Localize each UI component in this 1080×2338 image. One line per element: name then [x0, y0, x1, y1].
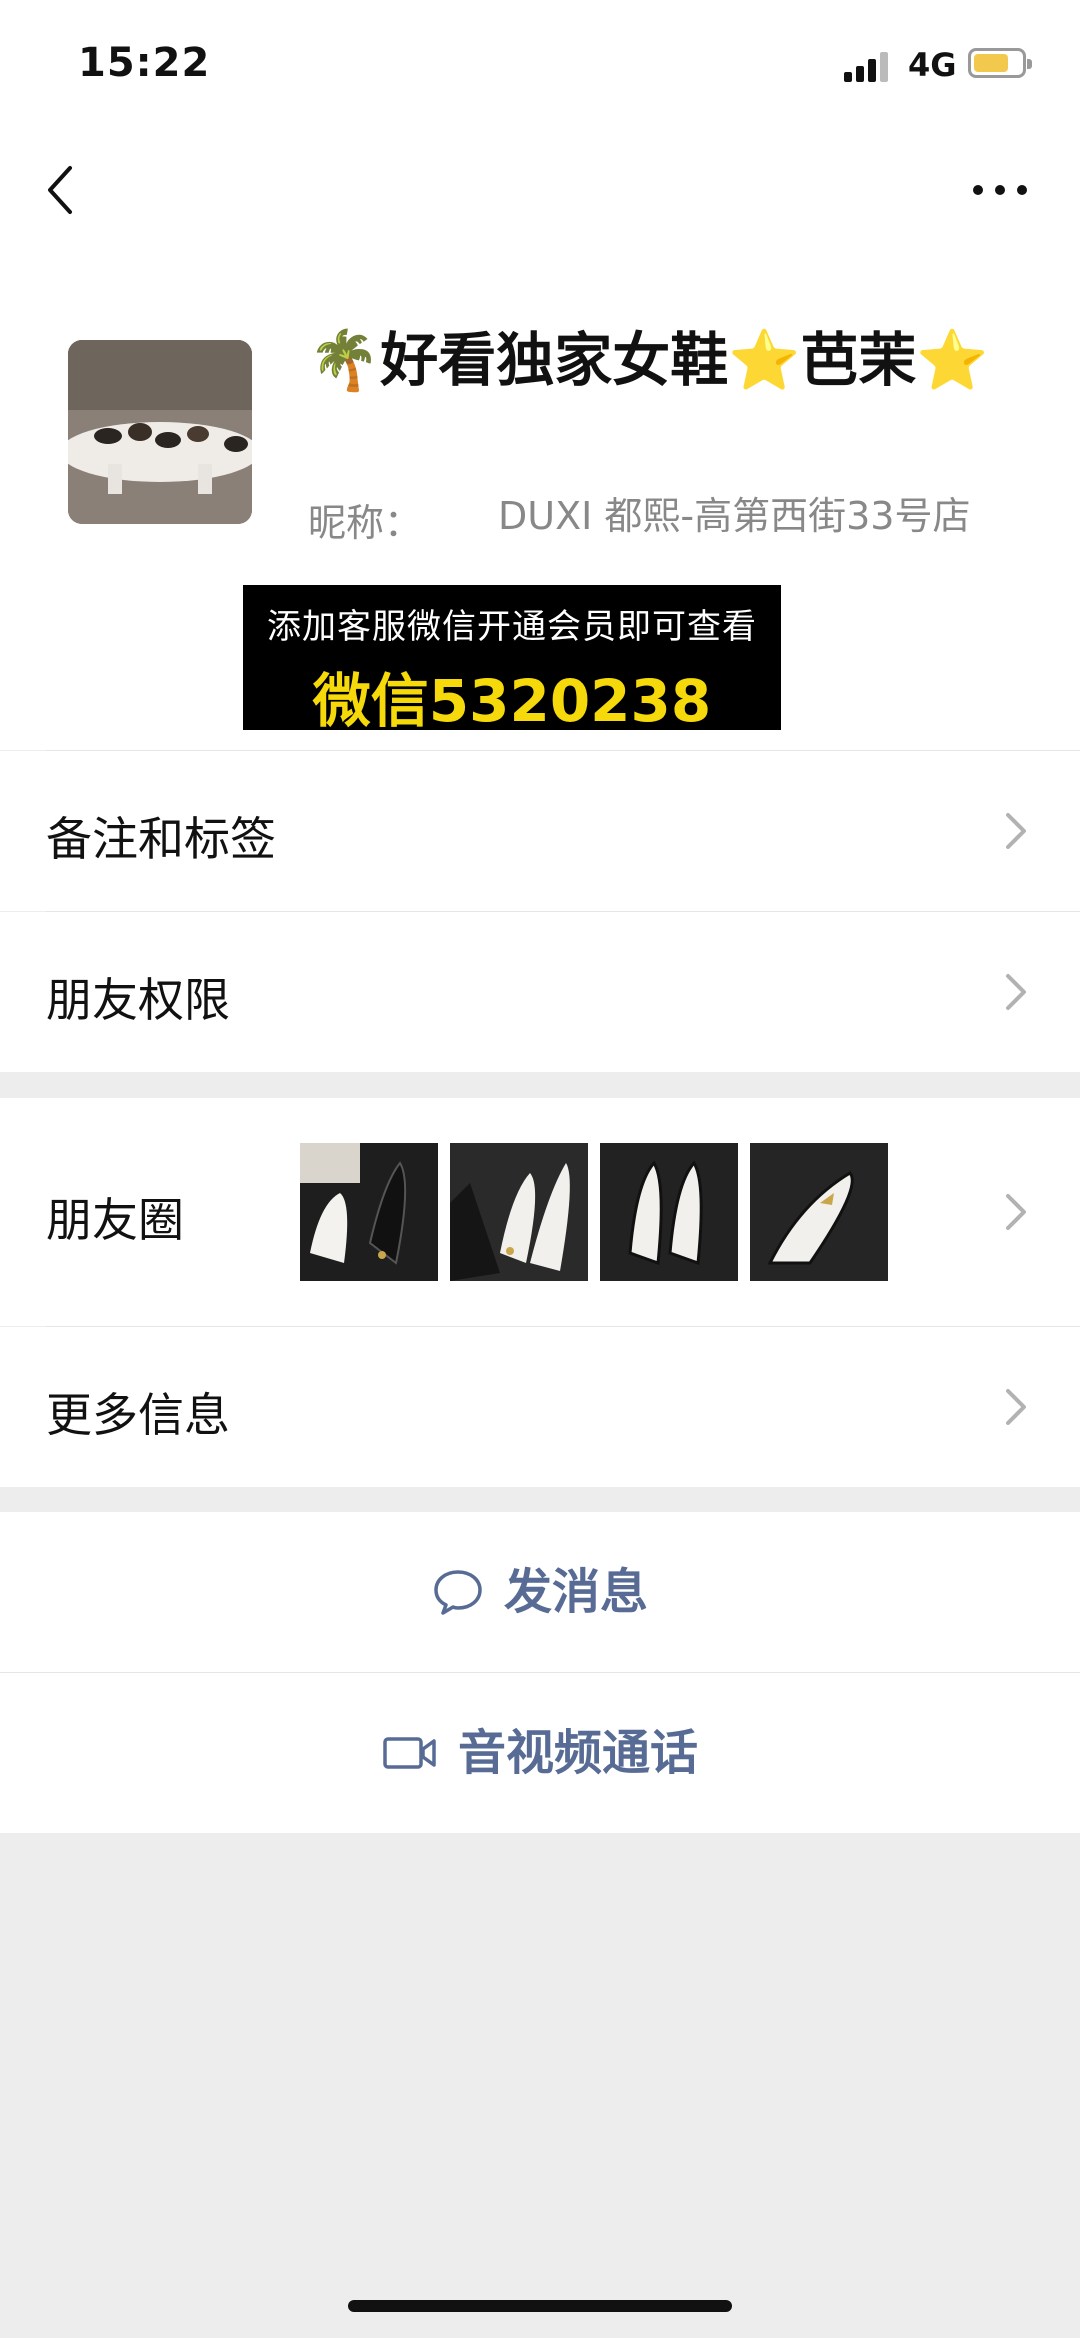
row-more-info-label: 更多信息 [46, 1388, 230, 1442]
status-time: 15:22 [78, 40, 211, 86]
status-bar: 15:22 4G [0, 0, 1080, 130]
row-permissions-label: 朋友权限 [46, 973, 230, 1027]
promo-text: 添加客服微信开通会员即可查看 [267, 607, 757, 647]
chevron-left-icon [48, 166, 72, 214]
moments-thumbnail [750, 1143, 888, 1281]
home-indicator[interactable] [348, 2300, 732, 2312]
chevron-right-icon [1006, 813, 1026, 849]
chevron-right-icon [1006, 974, 1026, 1010]
moments-thumbnail [450, 1143, 588, 1281]
network-type: 4G [908, 46, 957, 84]
nickname-label: 昵称： [308, 501, 423, 545]
chevron-right-icon [1006, 1194, 1026, 1230]
navigation-bar [0, 150, 1080, 230]
avatar[interactable] [68, 340, 252, 524]
moments-thumbnail [300, 1143, 438, 1281]
video-call-label: 音视频通话 [457, 1725, 698, 1781]
row-remarks-label: 备注和标签 [46, 812, 276, 866]
row-moments-label: 朋友圈 [46, 1193, 184, 1247]
promo-overlay: 添加客服微信开通会员即可查看 微信5320238 [243, 585, 781, 735]
ellipsis-icon [973, 185, 1027, 195]
send-message-label: 发消息 [503, 1564, 648, 1620]
avatar-image [68, 340, 252, 524]
chat-bubble-icon [434, 1570, 482, 1615]
row-remarks-tags[interactable]: 备注和标签 [0, 751, 1080, 911]
row-more-info[interactable]: 更多信息 [0, 1327, 1080, 1487]
signal-icon [844, 50, 894, 82]
row-friend-permissions[interactable]: 朋友权限 [0, 912, 1080, 1072]
video-camera-icon [383, 1737, 436, 1769]
battery-icon [968, 48, 1032, 78]
video-call-button[interactable]: 音视频通话 [0, 1673, 1080, 1833]
more-button[interactable] [970, 170, 1030, 210]
profile-name: 🌴好看独家女鞋⭐芭茉⭐ [308, 326, 989, 394]
row-moments[interactable]: 朋友圈 [0, 1098, 1080, 1326]
profile-header: 15:22 4G 🌴好看独家女鞋⭐芭茉⭐ 昵称： DUXI 都熙-高第西街33号… [0, 0, 1080, 751]
chevron-right-icon [1006, 1389, 1026, 1425]
promo-wechat-id: 微信5320238 [312, 667, 712, 735]
moments-thumbnail [600, 1143, 738, 1281]
send-message-button[interactable]: 发消息 [0, 1512, 1080, 1672]
back-button[interactable] [40, 160, 96, 220]
nickname-value: DUXI 都熙-高第西街33号店 [498, 494, 971, 538]
